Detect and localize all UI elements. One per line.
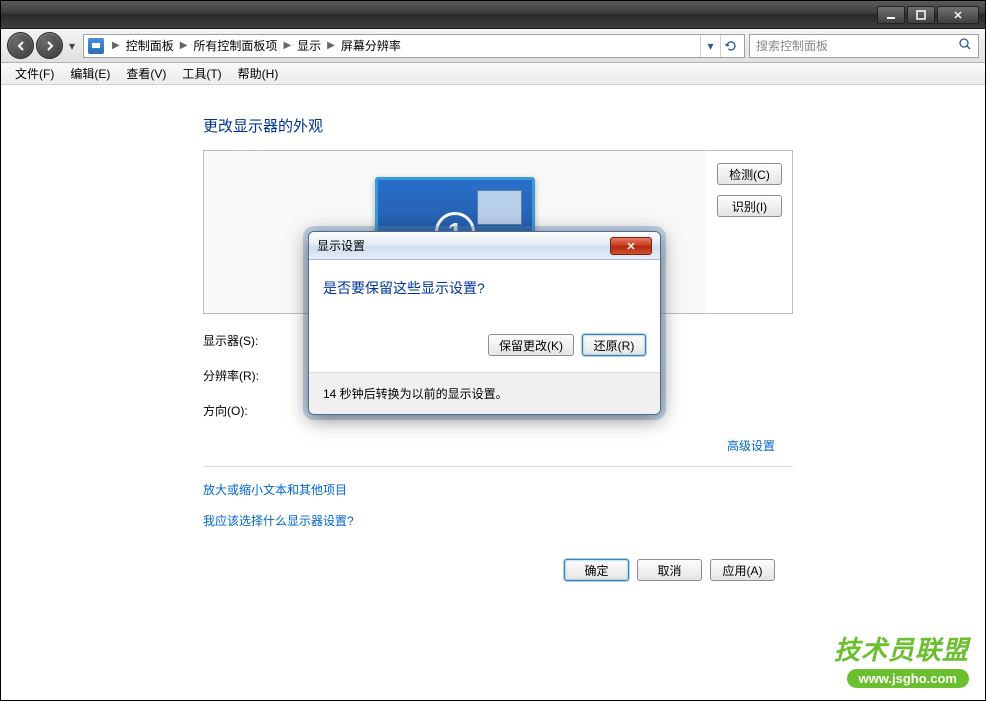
watermark-url: www.jsgho.com — [847, 669, 969, 688]
watermark: 技术员联盟 www.jsgho.com — [834, 630, 969, 688]
chevron-right-icon: ▶ — [110, 40, 122, 51]
preview-window-icon — [477, 190, 522, 225]
menu-view[interactable]: 查看(V) — [118, 65, 174, 82]
apply-button[interactable]: 应用(A) — [710, 559, 775, 581]
menu-file[interactable]: 文件(F) — [7, 65, 62, 82]
window-close-button[interactable] — [937, 6, 979, 24]
detect-button[interactable]: 检测(C) — [717, 163, 782, 185]
menu-tools[interactable]: 工具(T) — [174, 65, 229, 82]
search-input[interactable]: 搜索控制面板 — [749, 34, 979, 58]
search-placeholder: 搜索控制面板 — [756, 37, 828, 54]
dialog-close-button[interactable] — [610, 237, 652, 255]
resolution-label: 分辨率(R): — [203, 367, 313, 384]
chevron-right-icon: ▶ — [281, 40, 293, 51]
chevron-right-icon: ▶ — [325, 40, 337, 51]
titlebar[interactable] — [1, 1, 985, 29]
chevron-right-icon: ▶ — [178, 40, 190, 51]
menu-bar: 文件(F) 编辑(E) 查看(V) 工具(T) 帮助(H) — [1, 63, 985, 85]
display-label: 显示器(S): — [203, 332, 313, 349]
window-chrome: ▾ ▶ 控制面板 ▶ 所有控制面板项 ▶ 显示 ▶ 屏幕分辨率 ▾ 搜索控制面板 — [0, 0, 986, 701]
divider — [203, 466, 793, 467]
navigation-bar: ▾ ▶ 控制面板 ▶ 所有控制面板项 ▶ 显示 ▶ 屏幕分辨率 ▾ 搜索控制面板 — [1, 29, 985, 63]
nav-back-button[interactable] — [7, 32, 34, 59]
minimize-button[interactable] — [877, 6, 905, 24]
search-icon[interactable] — [958, 37, 972, 54]
menu-edit[interactable]: 编辑(E) — [62, 65, 118, 82]
display-help-link[interactable]: 我应该选择什么显示器设置? — [203, 512, 793, 529]
dialog-title-text: 显示设置 — [317, 237, 365, 254]
dialog-main-text: 是否要保留这些显示设置? — [323, 278, 646, 298]
nav-forward-button[interactable] — [36, 32, 63, 59]
watermark-text: 技术员联盟 — [834, 630, 969, 667]
control-panel-icon — [88, 38, 104, 54]
breadcrumb-item[interactable]: 所有控制面板项 — [189, 37, 281, 54]
dialog-title-bar[interactable]: 显示设置 — [309, 232, 660, 260]
address-bar[interactable]: ▶ 控制面板 ▶ 所有控制面板项 ▶ 显示 ▶ 屏幕分辨率 ▾ — [83, 34, 745, 58]
identify-button[interactable]: 识别(I) — [717, 195, 782, 217]
refresh-button[interactable] — [720, 35, 740, 57]
breadcrumb-item[interactable]: 控制面板 — [122, 37, 178, 54]
dialog-countdown-text: 14 秒钟后转换为以前的显示设置。 — [309, 372, 660, 414]
cancel-button[interactable]: 取消 — [637, 559, 702, 581]
maximize-button[interactable] — [907, 6, 935, 24]
revert-button[interactable]: 还原(R) — [582, 334, 646, 356]
ok-button[interactable]: 确定 — [564, 559, 629, 581]
nav-history-dropdown[interactable]: ▾ — [65, 35, 79, 57]
breadcrumb-item[interactable]: 显示 — [293, 37, 325, 54]
orientation-label: 方向(O): — [203, 402, 313, 419]
breadcrumb-item[interactable]: 屏幕分辨率 — [337, 37, 405, 54]
address-dropdown-button[interactable]: ▾ — [700, 35, 720, 57]
advanced-settings-link[interactable]: 高级设置 — [727, 437, 775, 454]
text-scaling-link[interactable]: 放大或缩小文本和其他项目 — [203, 481, 793, 498]
page-title: 更改显示器的外观 — [203, 115, 793, 136]
keep-changes-button[interactable]: 保留更改(K) — [488, 334, 574, 356]
menu-help[interactable]: 帮助(H) — [230, 65, 287, 82]
display-settings-dialog: 显示设置 是否要保留这些显示设置? 保留更改(K) 还原(R) 14 秒钟后转换… — [308, 231, 661, 415]
